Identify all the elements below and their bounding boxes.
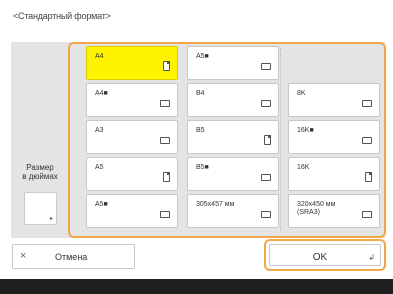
column-divider (280, 48, 281, 230)
size-label: A5■ (196, 53, 209, 60)
landscape-orientation-icon (261, 174, 271, 181)
size-label: 305x457 мм (196, 201, 235, 208)
ok-button[interactable]: OK ↲ (264, 239, 386, 271)
enter-icon: ↲ (368, 253, 375, 262)
landscape-orientation-icon (362, 137, 372, 144)
size-button[interactable]: 8K (288, 83, 380, 117)
cancel-button[interactable]: × Отмена (12, 244, 135, 269)
landscape-orientation-icon (362, 211, 372, 218)
size-button[interactable]: 16K (288, 157, 380, 191)
landscape-orientation-icon (261, 211, 271, 218)
size-label: A3 (95, 127, 104, 134)
size-label: 320x450 мм (SRA3) (297, 201, 336, 216)
size-button[interactable]: 320x450 мм (SRA3) (288, 194, 380, 228)
size-label: 16K■ (297, 127, 314, 134)
ok-label: OK (312, 252, 328, 263)
size-button[interactable]: B4 (187, 83, 279, 117)
portrait-orientation-icon (163, 61, 170, 71)
bottom-status-bar (0, 279, 393, 294)
landscape-orientation-icon (261, 63, 271, 70)
size-label: A4■ (95, 90, 108, 97)
landscape-orientation-icon (362, 100, 372, 107)
size-label: A5■ (95, 201, 108, 208)
landscape-orientation-icon (261, 100, 271, 107)
landscape-orientation-icon (160, 137, 170, 144)
landscape-orientation-icon (160, 100, 170, 107)
inch-size-button[interactable]: ▸ (24, 192, 57, 225)
size-button[interactable]: A4 (86, 46, 178, 80)
portrait-orientation-icon (264, 135, 271, 145)
size-label: 16K (297, 164, 310, 171)
inch-size-label: Размер в дюймах (22, 163, 58, 181)
size-button[interactable]: A5■ (187, 46, 279, 80)
size-label: 8K (297, 90, 306, 97)
size-label: A5 (95, 164, 104, 171)
close-icon: × (20, 250, 27, 262)
size-button[interactable]: A5 (86, 157, 178, 191)
size-label: A4 (95, 53, 104, 60)
size-button[interactable]: B5■ (187, 157, 279, 191)
page-title: <Стандартный формат> (13, 11, 111, 21)
cancel-label: Отмена (55, 252, 88, 262)
size-label: B5 (196, 127, 205, 134)
size-button[interactable]: A4■ (86, 83, 178, 117)
size-button[interactable]: 16K■ (288, 120, 380, 154)
size-label: B5■ (196, 164, 209, 171)
landscape-orientation-icon (160, 211, 170, 218)
portrait-orientation-icon (163, 172, 170, 182)
expand-arrow-icon: ▸ (49, 216, 53, 222)
ok-button-face: OK ↲ (269, 244, 381, 266)
size-label: B4 (196, 90, 205, 97)
size-button[interactable]: A5■ (86, 194, 178, 228)
size-button[interactable]: 305x457 мм (187, 194, 279, 228)
portrait-orientation-icon (365, 172, 372, 182)
size-button[interactable]: A3 (86, 120, 178, 154)
size-button[interactable]: B5 (187, 120, 279, 154)
